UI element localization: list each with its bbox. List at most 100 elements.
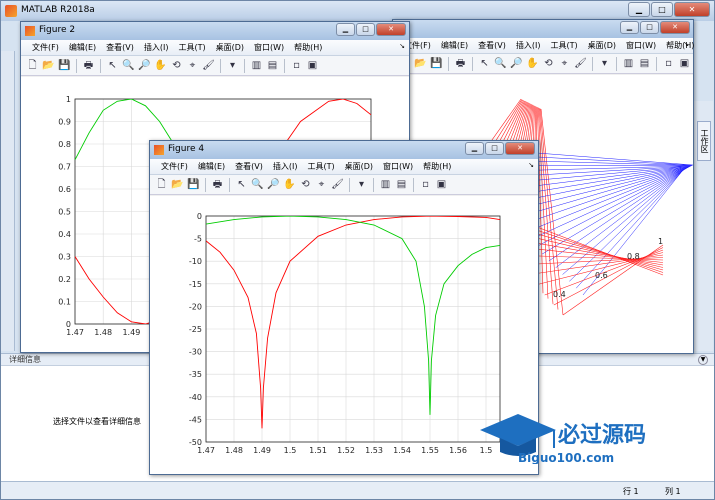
link-icon[interactable]: ▾: [225, 58, 240, 73]
menu-item[interactable]: 窗口(W): [249, 40, 289, 55]
fig2-maximize-button[interactable]: □: [356, 23, 375, 36]
y-tick-label: 0.2: [58, 275, 71, 284]
open-folder-icon[interactable]: 📂: [170, 177, 185, 192]
toolbar-separator: [76, 58, 77, 73]
legend-icon[interactable]: ▤: [394, 177, 409, 192]
chevron-down-icon[interactable]: ▼: [698, 355, 708, 365]
fig4-minimize-button[interactable]: ▁: [465, 142, 484, 155]
legend-icon[interactable]: ▤: [265, 58, 280, 73]
print-icon[interactable]: 🖶: [210, 177, 225, 192]
menu-item[interactable]: 帮助(H): [661, 38, 699, 53]
menu-item[interactable]: 查看(V): [230, 159, 268, 174]
fig3-maximize-button[interactable]: □: [640, 21, 659, 34]
x-tick-label: 1.55: [421, 446, 439, 455]
colorbar-icon[interactable]: ▥: [249, 58, 264, 73]
menu-item[interactable]: 编辑(E): [193, 159, 230, 174]
colorbar-icon[interactable]: ▥: [378, 177, 393, 192]
menu-item[interactable]: 插入(I): [139, 40, 174, 55]
pan-icon[interactable]: ✋: [525, 56, 540, 71]
menu-item[interactable]: 编辑(E): [64, 40, 101, 55]
matlab-titlebar: MATLAB R2018a ▁ □ ✕: [1, 1, 714, 21]
save-icon[interactable]: 💾: [186, 177, 201, 192]
fig2-minimize-button[interactable]: ▁: [336, 23, 355, 36]
menu-item[interactable]: 编辑(E): [436, 38, 473, 53]
new-file-icon[interactable]: 🗋: [154, 177, 169, 192]
fig4-close-button[interactable]: ✕: [505, 142, 535, 155]
y-tick-label: 0: [197, 212, 202, 221]
data-cursor-icon[interactable]: ⌖: [185, 58, 200, 73]
menu-item[interactable]: 文件(F): [27, 40, 64, 55]
pointer-icon[interactable]: ↖: [105, 58, 120, 73]
toolbar-separator: [205, 177, 206, 192]
zoom-in-icon[interactable]: 🔍: [121, 58, 136, 73]
save-icon[interactable]: 💾: [429, 56, 444, 71]
menu-item[interactable]: 工具(T): [302, 159, 339, 174]
rotate-icon[interactable]: ⟲: [298, 177, 313, 192]
menu-item[interactable]: 桌面(D): [340, 159, 378, 174]
zoom-out-icon[interactable]: 🔎: [509, 56, 524, 71]
menu-item[interactable]: 查看(V): [473, 38, 511, 53]
zoom-in-icon[interactable]: 🔍: [250, 177, 265, 192]
link-icon[interactable]: ▾: [354, 177, 369, 192]
menu-item[interactable]: 桌面(D): [583, 38, 621, 53]
menu-item[interactable]: 工具(T): [545, 38, 582, 53]
y-tick-label: 0.8: [58, 140, 71, 149]
zoom-in-icon[interactable]: 🔍: [493, 56, 508, 71]
zoom-out-icon[interactable]: 🔎: [266, 177, 281, 192]
brush-icon[interactable]: 🖌: [201, 58, 216, 73]
close-button[interactable]: ✕: [674, 2, 710, 17]
dock-arrow-icon[interactable]: ↘: [683, 40, 689, 48]
show-plot-tools-icon[interactable]: ▣: [434, 177, 449, 192]
x-tick-label: 1.47: [197, 446, 215, 455]
workspace-tab[interactable]: 工作区: [697, 121, 711, 161]
hide-plot-tools-icon[interactable]: ▫: [289, 58, 304, 73]
minimize-button[interactable]: ▁: [628, 2, 650, 17]
legend-icon[interactable]: ▤: [637, 56, 652, 71]
menu-item[interactable]: 桌面(D): [211, 40, 249, 55]
menu-item[interactable]: 插入(I): [511, 38, 546, 53]
menu-item[interactable]: 工具(T): [173, 40, 210, 55]
hide-plot-tools-icon[interactable]: ▫: [418, 177, 433, 192]
hide-plot-tools-icon[interactable]: ▫: [661, 56, 676, 71]
fig4-maximize-button[interactable]: □: [485, 142, 504, 155]
data-cursor-icon[interactable]: ⌖: [314, 177, 329, 192]
print-icon[interactable]: 🖶: [453, 56, 468, 71]
menu-item[interactable]: 窗口(W): [621, 38, 661, 53]
maximize-button[interactable]: □: [651, 2, 673, 17]
menu-item[interactable]: 插入(I): [268, 159, 303, 174]
menu-item[interactable]: 查看(V): [101, 40, 139, 55]
menu-item[interactable]: 文件(F): [156, 159, 193, 174]
x-tick-label: 1.48: [225, 446, 243, 455]
rotate-icon[interactable]: ⟲: [169, 58, 184, 73]
fig3-close-button[interactable]: ✕: [660, 21, 690, 34]
brush-icon[interactable]: 🖌: [330, 177, 345, 192]
data-cursor-icon[interactable]: ⌖: [557, 56, 572, 71]
rotate-icon[interactable]: ⟲: [541, 56, 556, 71]
pan-icon[interactable]: ✋: [282, 177, 297, 192]
dock-arrow-icon[interactable]: ↘: [528, 161, 534, 169]
watermark-logo: 必过源码 Biguo100.com: [480, 414, 646, 464]
show-plot-tools-icon[interactable]: ▣: [305, 58, 320, 73]
mesh-line: [569, 169, 685, 282]
new-file-icon[interactable]: 🗋: [25, 58, 40, 73]
x-tick-label: 1.48: [94, 328, 112, 337]
colorbar-icon[interactable]: ▥: [621, 56, 636, 71]
dock-arrow-icon[interactable]: ↘: [399, 42, 405, 50]
save-icon[interactable]: 💾: [57, 58, 72, 73]
show-plot-tools-icon[interactable]: ▣: [677, 56, 692, 71]
print-icon[interactable]: 🖶: [81, 58, 96, 73]
fig2-close-button[interactable]: ✕: [376, 23, 406, 36]
open-folder-icon[interactable]: 📂: [41, 58, 56, 73]
menu-item[interactable]: 帮助(H): [289, 40, 327, 55]
brush-icon[interactable]: 🖌: [573, 56, 588, 71]
menu-item[interactable]: 窗口(W): [378, 159, 418, 174]
pan-icon[interactable]: ✋: [153, 58, 168, 73]
series-line: [75, 256, 160, 324]
fig3-minimize-button[interactable]: ▁: [620, 21, 639, 34]
open-folder-icon[interactable]: 📂: [413, 56, 428, 71]
link-icon[interactable]: ▾: [597, 56, 612, 71]
zoom-out-icon[interactable]: 🔎: [137, 58, 152, 73]
pointer-icon[interactable]: ↖: [234, 177, 249, 192]
menu-item[interactable]: 帮助(H): [418, 159, 456, 174]
pointer-icon[interactable]: ↖: [477, 56, 492, 71]
